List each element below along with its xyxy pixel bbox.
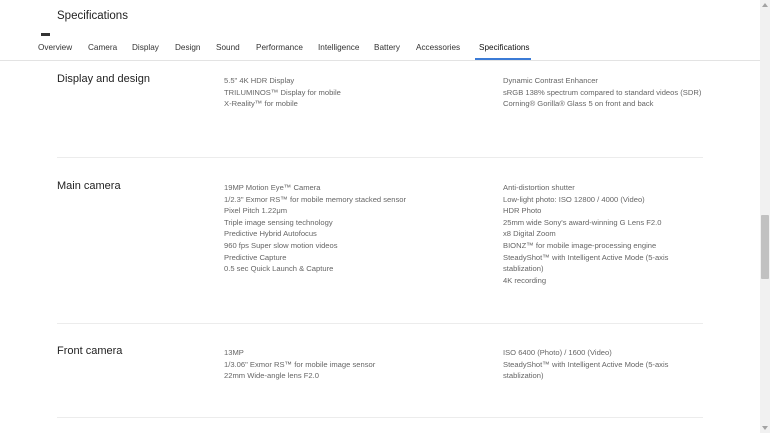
spec-item: 4K recording <box>503 275 547 285</box>
spec-item: 22mm Wide-angle lens F2.0 <box>224 371 319 381</box>
spec-item: Predictive Capture <box>224 252 287 262</box>
tab-camera[interactable]: Camera <box>88 43 117 52</box>
main-camera-specs-right: Anti-distortion shutter Low-light photo:… <box>503 182 703 286</box>
spec-item: 13MP <box>224 348 244 357</box>
active-tab-indicator <box>475 58 531 60</box>
spec-item: Predictive Hybrid Autofocus <box>224 229 317 239</box>
spec-item: SteadyShot™ with Intelligent Active Mode… <box>503 252 669 274</box>
section-divider <box>57 323 703 324</box>
spec-item: X-Reality™ for mobile <box>224 99 298 109</box>
section-title-display-design: Display and design <box>57 73 150 85</box>
scrollbar-thumb[interactable] <box>761 215 769 279</box>
front-camera-specs-right: ISO 6400 (Photo) / 1600 (Video) SteadySh… <box>503 347 703 382</box>
vertical-scrollbar[interactable] <box>760 0 770 433</box>
tab-display[interactable]: Display <box>132 43 159 52</box>
spec-item: sRGB 138% spectrum compared to standard … <box>503 87 702 97</box>
tab-design[interactable]: Design <box>175 43 201 52</box>
spec-item: BIONZ™ for mobile image-processing engin… <box>503 240 657 250</box>
spec-item: 1/3.06" Exmor RS™ for mobile image senso… <box>224 359 376 369</box>
spec-item: Corning® Gorilla® Glass 5 on front and b… <box>503 99 654 109</box>
spec-item: Pixel Pitch 1.22μm <box>224 206 288 216</box>
spec-item: Triple image sensing technology <box>224 217 333 227</box>
page-title: Specifications <box>57 10 128 22</box>
tab-sound[interactable]: Sound <box>216 43 240 52</box>
spec-item: SteadyShot™ with Intelligent Active Mode… <box>503 359 669 381</box>
spec-item: Anti-distortion shutter <box>503 183 575 192</box>
spec-item: 19MP Motion Eye™ Camera <box>224 183 321 192</box>
tab-specifications[interactable]: Specifications <box>479 43 530 52</box>
scroll-up-icon[interactable] <box>762 3 768 7</box>
spec-item: 0.5 sec Quick Launch & Capture <box>224 264 334 274</box>
spec-item: 1/2.3" Exmor RS™ for mobile memory stack… <box>224 194 407 204</box>
spec-item: ISO 6400 (Photo) / 1600 (Video) <box>503 348 612 357</box>
tab-accessories[interactable]: Accessories <box>416 43 460 52</box>
spec-item: Dynamic Contrast Enhancer <box>503 76 598 85</box>
section-divider <box>57 157 703 158</box>
page-header: Specifications <box>0 0 760 38</box>
header-marker <box>41 33 50 36</box>
display-design-specs-left: 5.5" 4K HDR Display TRILUMINOS™ Display … <box>224 75 484 110</box>
scroll-down-icon[interactable] <box>762 426 768 430</box>
display-design-specs-right: Dynamic Contrast Enhancer sRGB 138% spec… <box>503 75 703 110</box>
main-camera-specs-left: 19MP Motion Eye™ Camera 1/2.3" Exmor RS™… <box>224 182 484 275</box>
tab-battery[interactable]: Battery <box>374 43 400 52</box>
section-divider <box>57 417 703 418</box>
tab-performance[interactable]: Performance <box>256 43 303 52</box>
spec-item: Low-light photo: ISO 12800 / 4000 (Video… <box>503 194 645 204</box>
spec-item: HDR Photo <box>503 206 542 216</box>
front-camera-specs-left: 13MP 1/3.06" Exmor RS™ for mobile image … <box>224 347 484 382</box>
tab-bar: Overview Camera Display Design Sound Per… <box>0 38 760 61</box>
spec-item: 25mm wide Sony's award-winning G Lens F2… <box>503 217 662 227</box>
tab-overview[interactable]: Overview <box>38 43 72 52</box>
spec-item: TRILUMINOS™ Display for mobile <box>224 87 341 97</box>
section-title-front-camera: Front camera <box>57 345 123 357</box>
spec-item: x8 Digital Zoom <box>503 229 556 239</box>
tab-intelligence[interactable]: Intelligence <box>318 43 359 52</box>
spec-item: 960 fps Super slow motion videos <box>224 240 338 250</box>
spec-item: 5.5" 4K HDR Display <box>224 76 295 85</box>
section-title-main-camera: Main camera <box>57 180 121 192</box>
